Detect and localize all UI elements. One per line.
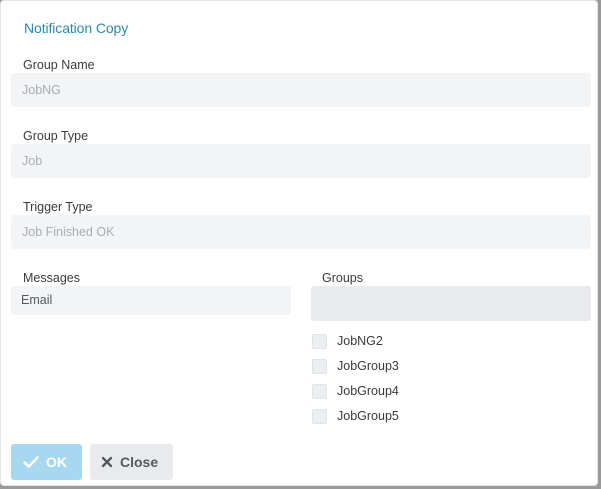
group-checkbox[interactable]	[312, 408, 327, 424]
group-option-label: JobGroup5	[337, 409, 399, 423]
group-option-label: JobGroup4	[337, 384, 399, 398]
x-icon	[101, 456, 113, 468]
group-option-jobgroup4[interactable]: JobGroup4	[312, 382, 399, 400]
group-option-label: JobNG2	[337, 334, 383, 348]
messages-select[interactable]: Email	[11, 286, 291, 315]
groups-filter-input[interactable]	[311, 286, 591, 321]
dialog-title: Notification Copy	[24, 20, 129, 36]
group-option-label: JobGroup3	[337, 359, 399, 373]
trigger-type-field[interactable]: Job Finished OK	[11, 215, 591, 249]
notification-copy-dialog: Notification Copy Group Name JobNG Group…	[0, 0, 598, 486]
messages-label: Messages	[23, 271, 80, 285]
group-option-jobgroup5[interactable]: JobGroup5	[312, 407, 399, 425]
trigger-type-label: Trigger Type	[23, 200, 93, 214]
group-name-label: Group Name	[23, 58, 95, 72]
ok-button[interactable]: OK	[11, 444, 82, 480]
close-button-label: Close	[120, 454, 159, 470]
group-checkbox[interactable]	[312, 333, 327, 349]
check-icon	[23, 455, 39, 469]
group-checkbox[interactable]	[312, 358, 327, 374]
group-checkbox[interactable]	[312, 383, 327, 399]
ok-button-label: OK	[46, 454, 67, 470]
group-name-field[interactable]: JobNG	[11, 73, 591, 107]
group-type-label: Group Type	[23, 129, 89, 143]
group-option-jobng2[interactable]: JobNG2	[312, 332, 383, 350]
close-button[interactable]: Close	[90, 444, 173, 480]
groups-label: Groups	[322, 271, 363, 285]
group-type-field[interactable]: Job	[11, 144, 591, 178]
group-option-jobgroup3[interactable]: JobGroup3	[312, 357, 399, 375]
